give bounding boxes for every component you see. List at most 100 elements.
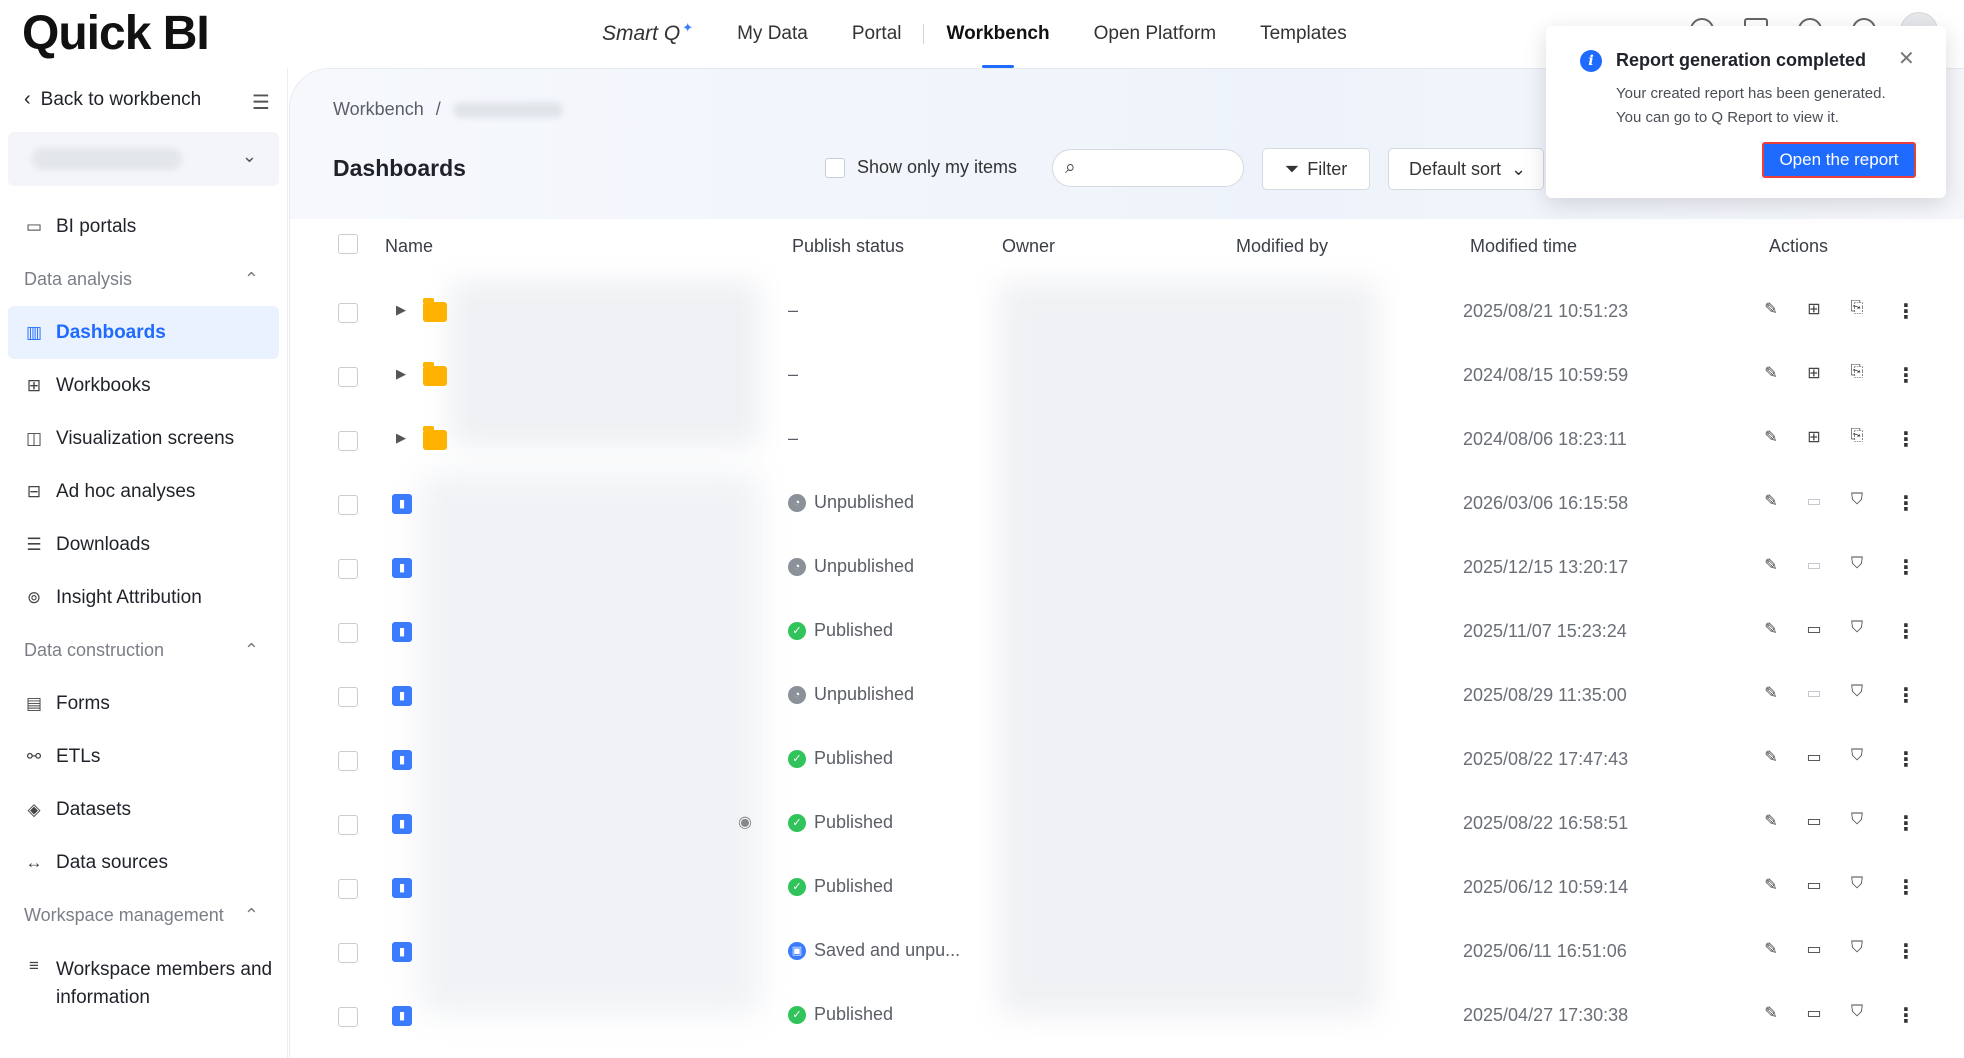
more-icon[interactable]: ⋮: [1896, 491, 1916, 516]
table-row[interactable]: ▮ ◔ Unpublished 2026/03/06 16:15:58 ✎ ▭ ⛉ ⋮: [290, 473, 1964, 537]
more-icon[interactable]: ⋮: [1896, 939, 1916, 964]
search-input[interactable]: ⌕: [1052, 149, 1244, 187]
table-row[interactable]: ▮ ▣ Saved and unpu... 2025/06/11 16:51:06 ✎ ▭…: [290, 921, 1964, 985]
new-file-icon[interactable]: ⎘: [1848, 427, 1866, 452]
more-icon[interactable]: ⋮: [1896, 363, 1916, 388]
row-checkbox[interactable]: [338, 943, 358, 963]
monitor-icon[interactable]: ▭: [1805, 747, 1823, 772]
edit-icon[interactable]: ✎: [1762, 683, 1780, 708]
sidebar-section[interactable]: Data analysis ⌃: [8, 253, 279, 306]
monitor-icon[interactable]: ▭: [1805, 555, 1823, 580]
back-to-workbench-link[interactable]: ‹ Back to workbench: [24, 88, 201, 111]
edit-icon[interactable]: ✎: [1762, 875, 1780, 900]
row-checkbox[interactable]: [338, 623, 358, 643]
row-checkbox[interactable]: [338, 1007, 358, 1027]
add-icon[interactable]: ⊞: [1805, 427, 1823, 452]
shield-icon[interactable]: ⛉: [1848, 1003, 1866, 1028]
sidebar-item[interactable]: ↔ Data sources: [8, 836, 279, 889]
default-sort-select[interactable]: Default sort ⌄: [1388, 148, 1544, 190]
more-icon[interactable]: ⋮: [1896, 875, 1916, 900]
workspace-select[interactable]: ⌄: [8, 132, 279, 186]
sidebar-section[interactable]: Workspace management ⌃: [8, 889, 279, 942]
row-checkbox[interactable]: [338, 751, 358, 771]
shield-icon[interactable]: ⛉: [1848, 811, 1866, 836]
sidebar-item[interactable]: ☰ Downloads: [8, 518, 279, 571]
row-checkbox[interactable]: [338, 495, 358, 515]
table-row[interactable]: ▮ ◔ Unpublished 2025/08/29 11:35:00 ✎ ▭ ⛉ ⋮: [290, 665, 1964, 729]
more-icon[interactable]: ⋮: [1896, 619, 1916, 644]
sidebar-item[interactable]: ⚯ ETLs: [8, 730, 279, 783]
more-icon[interactable]: ⋮: [1896, 299, 1916, 324]
edit-icon[interactable]: ✎: [1762, 491, 1780, 516]
edit-icon[interactable]: ✎: [1762, 1003, 1780, 1028]
shield-icon[interactable]: ⛉: [1848, 939, 1866, 964]
table-row[interactable]: ▶ – 2024/08/15 10:59:59 ✎ ⊞ ⎘ ⋮: [290, 345, 1964, 409]
header-modified-time[interactable]: Modified time: [1470, 236, 1577, 257]
show-only-my-items-checkbox[interactable]: [825, 157, 845, 178]
sidebar-section[interactable]: Data construction ⌃: [8, 624, 279, 677]
sidebar-item[interactable]: ⊟ Ad hoc analyses: [8, 465, 279, 518]
row-checkbox[interactable]: [338, 431, 358, 451]
sidebar-item[interactable]: ▥ Dashboards: [8, 306, 279, 359]
table-row[interactable]: ▮ ✓ Published 2025/04/27 17:30:38 ✎ ▭ ⛉ ⋮: [290, 985, 1964, 1049]
tab-templates[interactable]: Templates: [1238, 0, 1369, 68]
shield-icon[interactable]: ⛉: [1848, 491, 1866, 516]
shield-icon[interactable]: ⛉: [1848, 619, 1866, 644]
edit-icon[interactable]: ✎: [1762, 619, 1780, 644]
tab-smart-q[interactable]: Smart Q ✦: [580, 0, 715, 68]
monitor-icon[interactable]: ▭: [1805, 491, 1823, 516]
sidebar-item[interactable]: ◫ Visualization screens: [8, 412, 279, 465]
monitor-icon[interactable]: ▭: [1805, 811, 1823, 836]
tab-open-platform[interactable]: Open Platform: [1072, 0, 1239, 68]
row-checkbox[interactable]: [338, 367, 358, 387]
edit-icon[interactable]: ✎: [1762, 555, 1780, 580]
edit-icon[interactable]: ✎: [1762, 939, 1780, 964]
select-all-checkbox[interactable]: [338, 234, 358, 254]
tab-portal[interactable]: Portal: [830, 0, 924, 68]
edit-icon[interactable]: ✎: [1762, 747, 1780, 772]
table-row[interactable]: ▮ ◉ ✓ Published 2025/08/22 16:58:51 ✎ ▭ ⛉ ⋮: [290, 793, 1964, 857]
table-row[interactable]: ▮ ◔ Unpublished 2025/12/15 13:20:17 ✎ ▭ ⛉ ⋮: [290, 537, 1964, 601]
add-icon[interactable]: ⊞: [1805, 363, 1823, 388]
more-icon[interactable]: ⋮: [1896, 683, 1916, 708]
row-checkbox[interactable]: [338, 879, 358, 899]
new-file-icon[interactable]: ⎘: [1848, 299, 1866, 324]
shield-icon[interactable]: ⛉: [1848, 747, 1866, 772]
app-logo[interactable]: Quick BI: [22, 6, 210, 61]
expand-caret-icon[interactable]: ▶: [396, 302, 406, 318]
sidebar-item[interactable]: ⊚ Insight Attribution: [8, 571, 279, 624]
sidebar-item[interactable]: ◈ Datasets: [8, 783, 279, 836]
sidebar-item[interactable]: ≡ Workspace members and information: [8, 942, 279, 1012]
row-checkbox[interactable]: [338, 687, 358, 707]
shield-icon[interactable]: ⛉: [1848, 875, 1866, 900]
show-only-my-items[interactable]: Show only my items: [825, 157, 1017, 178]
more-icon[interactable]: ⋮: [1896, 747, 1916, 772]
more-icon[interactable]: ⋮: [1896, 1003, 1916, 1028]
expand-caret-icon[interactable]: ▶: [396, 366, 406, 382]
monitor-icon[interactable]: ▭: [1805, 619, 1823, 644]
table-row[interactable]: ▮ ✓ Published 2025/06/12 10:59:14 ✎ ▭ ⛉ ⋮: [290, 857, 1964, 921]
table-row[interactable]: ▮ ✓ Published 2025/11/07 15:23:24 ✎ ▭ ⛉ ⋮: [290, 601, 1964, 665]
tab-my-data[interactable]: My Data: [715, 0, 830, 68]
header-name[interactable]: Name: [385, 236, 433, 257]
tab-workbench[interactable]: Workbench: [924, 0, 1071, 68]
filter-button[interactable]: ⏷ Filter: [1262, 148, 1370, 190]
header-modified-by[interactable]: Modified by: [1236, 236, 1328, 257]
monitor-icon[interactable]: ▭: [1805, 683, 1823, 708]
edit-icon[interactable]: ✎: [1762, 811, 1780, 836]
sidebar-item[interactable]: ⊞ Workbooks: [8, 359, 279, 412]
edit-icon[interactable]: ✎: [1762, 427, 1780, 452]
monitor-icon[interactable]: ▭: [1805, 939, 1823, 964]
header-owner[interactable]: Owner: [1002, 236, 1055, 257]
header-publish-status[interactable]: Publish status: [792, 236, 904, 257]
open-report-button[interactable]: Open the report: [1762, 142, 1916, 178]
shield-icon[interactable]: ⛉: [1848, 555, 1866, 580]
add-icon[interactable]: ⊞: [1805, 299, 1823, 324]
edit-icon[interactable]: ✎: [1762, 363, 1780, 388]
row-checkbox[interactable]: [338, 559, 358, 579]
more-icon[interactable]: ⋮: [1896, 811, 1916, 836]
shield-icon[interactable]: ⛉: [1848, 683, 1866, 708]
sidebar-item[interactable]: ▭ BI portals: [8, 200, 279, 253]
edit-icon[interactable]: ✎: [1762, 299, 1780, 324]
collapse-sidebar-icon[interactable]: ☰: [252, 90, 270, 115]
